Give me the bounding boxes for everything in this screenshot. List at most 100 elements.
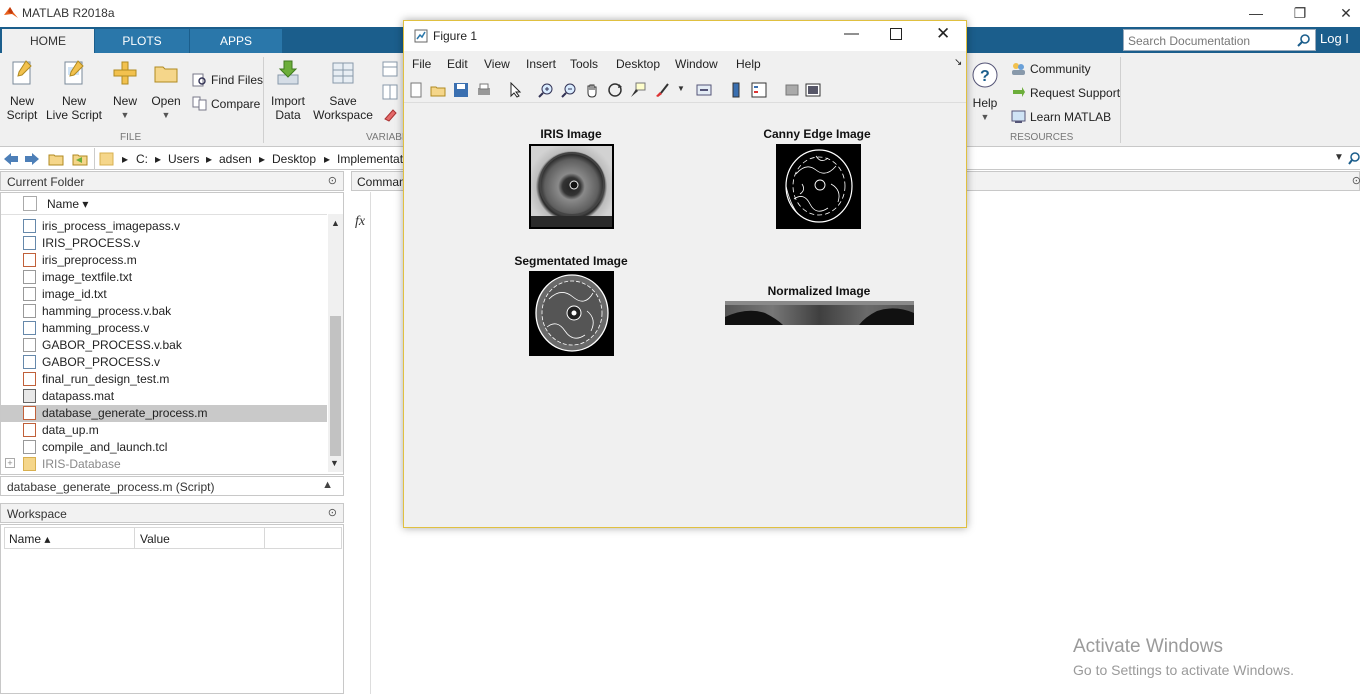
menu-window[interactable]: Window (675, 57, 718, 71)
list-item[interactable]: IRIS_PROCESS.v (1, 235, 327, 252)
chevron-down-icon[interactable]: ▼ (677, 84, 685, 93)
menu-file[interactable]: File (412, 57, 431, 71)
zoom-out-icon[interactable] (561, 82, 577, 98)
save-icon[interactable] (453, 82, 469, 98)
breadcrumb-drive[interactable]: C: (136, 152, 148, 166)
name-column-header[interactable]: Name ▾ (47, 197, 88, 211)
figure-minimize-button[interactable]: — (844, 25, 859, 42)
new-live-script-icon (64, 60, 84, 85)
menu-help[interactable]: Help (736, 57, 761, 71)
show-plot-tools-icon[interactable] (805, 82, 821, 98)
list-item[interactable]: image_textfile.txt (1, 269, 327, 286)
menu-tools[interactable]: Tools (570, 57, 598, 71)
search-icon[interactable] (1297, 33, 1311, 47)
import-data-button[interactable]: Import Data (270, 59, 306, 122)
list-item[interactable]: iris_preprocess.m (1, 252, 327, 269)
edit-plot-icon[interactable] (508, 82, 524, 98)
link-plot-icon[interactable] (696, 82, 712, 98)
scrollbar-thumb[interactable] (330, 316, 341, 456)
search-documentation-input[interactable]: Search Documentation (1123, 29, 1316, 51)
list-item[interactable]: hamming_process.v (1, 320, 327, 337)
breadcrumb-separator: ▸ (155, 152, 162, 166)
new-script-button[interactable]: New Script (4, 59, 40, 122)
menu-insert[interactable]: Insert (526, 57, 556, 71)
list-item[interactable]: final_run_design_test.m (1, 371, 327, 388)
brush-icon[interactable] (654, 82, 670, 98)
data-cursor-icon[interactable] (630, 82, 646, 98)
open-variable-icon[interactable] (382, 84, 398, 100)
chevron-up-icon[interactable]: ▲ (322, 479, 333, 491)
colorbar-icon[interactable] (728, 82, 744, 98)
breadcrumb-implementation[interactable]: Implementat (337, 152, 403, 166)
workspace-value-column[interactable]: Value (140, 532, 170, 546)
tab-plots[interactable]: PLOTS (95, 29, 189, 53)
request-support-button[interactable]: Request Support (1011, 85, 1120, 100)
learn-matlab-button[interactable]: Learn MATLAB (1011, 109, 1111, 124)
breadcrumb-desktop[interactable]: Desktop (272, 152, 316, 166)
panel-menu-icon[interactable]: ⊙ (1352, 174, 1360, 187)
compare-button[interactable]: Compare (192, 96, 260, 111)
search-folder-icon[interactable] (1348, 152, 1360, 166)
log-in-link[interactable]: Log I (1320, 31, 1349, 46)
zoom-in-icon[interactable] (538, 82, 554, 98)
expand-icon[interactable]: + (5, 458, 15, 468)
chevron-down-icon[interactable]: ▼ (148, 108, 184, 122)
dock-arrow-icon[interactable]: ↘ (954, 57, 962, 68)
restore-button[interactable]: ❐ (1280, 3, 1320, 23)
community-button[interactable]: Community (1011, 61, 1091, 76)
minimize-button[interactable]: — (1236, 3, 1276, 23)
new-variable-icon[interactable] (382, 61, 398, 77)
list-item-selected[interactable]: database_generate_process.m (1, 405, 327, 422)
breadcrumb-adsen[interactable]: adsen (219, 152, 252, 166)
figure-close-button[interactable]: ✕ (936, 24, 950, 44)
svg-text:?: ? (980, 68, 990, 85)
figure-maximize-button[interactable] (890, 28, 902, 40)
pan-icon[interactable] (584, 82, 600, 98)
open-button[interactable]: Open ▼ (148, 59, 184, 122)
menu-view[interactable]: View (484, 57, 510, 71)
chevron-down-icon[interactable]: ▼ (108, 108, 142, 122)
chevron-down-icon[interactable]: ▼ (970, 110, 1000, 124)
address-dropdown-icon[interactable]: ▼ (1334, 152, 1344, 163)
list-item[interactable]: GABOR_PROCESS.v.bak (1, 337, 327, 354)
help-button[interactable]: ? Help ▼ (970, 61, 1000, 124)
save-workspace-button[interactable]: Save Workspace (312, 59, 374, 122)
list-item[interactable]: iris_process_imagepass.v (1, 218, 327, 235)
breadcrumb-users[interactable]: Users (168, 152, 199, 166)
panel-menu-icon[interactable]: ⊙ (328, 506, 337, 519)
list-item[interactable]: data_up.m (1, 422, 327, 439)
workspace-name-column[interactable]: Name ▴ (9, 532, 50, 546)
new-figure-icon[interactable] (408, 82, 424, 98)
details-panel[interactable]: database_generate_process.m (Script) ▲ (0, 476, 344, 496)
browse-folder-icon[interactable] (72, 151, 88, 166)
list-item[interactable]: compile_and_launch.tcl (1, 439, 327, 456)
legend-icon[interactable] (751, 82, 767, 98)
rotate-3d-icon[interactable] (607, 82, 623, 98)
figure-window[interactable]: Figure 1 — ✕ File Edit View Insert Tools… (403, 20, 967, 528)
clear-workspace-icon[interactable] (382, 107, 398, 123)
list-item[interactable]: image_id.txt (1, 286, 327, 303)
list-item[interactable]: hamming_process.v.bak (1, 303, 327, 320)
back-arrow-icon[interactable] (3, 152, 19, 166)
print-icon[interactable] (476, 82, 492, 98)
menu-edit[interactable]: Edit (447, 57, 468, 71)
close-button[interactable]: ✕ (1326, 3, 1360, 23)
tab-apps[interactable]: APPS (190, 29, 282, 53)
list-item[interactable]: datapass.mat (1, 388, 327, 405)
file-list-scrollbar[interactable]: ▲ (328, 214, 343, 472)
fx-prompt-icon[interactable]: fx (355, 214, 365, 230)
new-live-script-button[interactable]: New Live Script (44, 59, 104, 122)
find-files-button[interactable]: Find Files (192, 72, 263, 87)
new-button[interactable]: New ▼ (108, 59, 142, 122)
menu-desktop[interactable]: Desktop (616, 57, 660, 71)
tab-home[interactable]: HOME (2, 29, 94, 53)
open-file-icon[interactable] (430, 82, 446, 98)
hide-plot-tools-icon[interactable] (784, 82, 800, 98)
scroll-up-icon[interactable]: ▲ (331, 218, 340, 228)
panel-menu-icon[interactable]: ⊙ (328, 174, 337, 187)
forward-arrow-icon[interactable] (24, 152, 40, 166)
list-item[interactable]: GABOR_PROCESS.v (1, 354, 327, 371)
list-item[interactable]: + IRIS-Database (1, 456, 327, 473)
scroll-down-icon[interactable]: ▼ (330, 458, 339, 468)
up-folder-icon[interactable] (48, 151, 64, 166)
